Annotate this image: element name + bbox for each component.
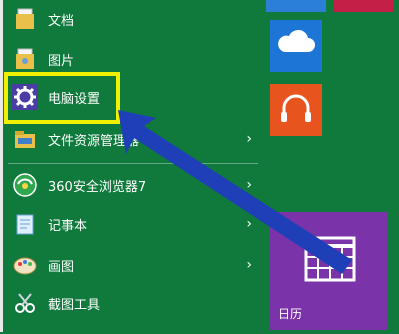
menu-item-label: 文档 <box>48 13 75 29</box>
music-tile[interactable] <box>270 84 322 136</box>
chevron-right-icon[interactable]: › <box>246 257 252 273</box>
menu-item-notepad[interactable]: 记事本 › <box>8 207 262 241</box>
chevron-right-icon[interactable]: › <box>246 177 252 193</box>
menu-item-label: 图片 <box>48 53 75 69</box>
cloud-icon <box>278 29 315 52</box>
calendar-tile[interactable]: 日历 <box>270 212 388 330</box>
notepad-icon <box>12 211 38 237</box>
gear-icon <box>12 84 38 110</box>
menu-item-file-explorer[interactable]: 文件资源管理器 › <box>8 122 262 156</box>
menu-item-pc-settings[interactable]: 电脑设置 <box>8 80 262 114</box>
menu-item-label: 360安全浏览器7 <box>48 179 147 195</box>
menu-item-360-browser[interactable]: 360安全浏览器7 › <box>8 168 262 202</box>
browser-360-icon <box>12 172 38 198</box>
headphones-icon <box>281 94 311 122</box>
file-explorer-icon <box>12 126 38 152</box>
left-edge-strip <box>0 0 3 332</box>
onedrive-tile[interactable] <box>270 20 322 72</box>
tiles-panel: 日历 <box>262 0 399 332</box>
tile-partial-top-left[interactable] <box>266 0 326 12</box>
menu-item-documents[interactable]: 文档 <box>8 2 262 36</box>
chevron-right-icon[interactable]: › <box>246 216 252 232</box>
paint-palette-icon <box>12 252 38 278</box>
divider <box>8 163 258 164</box>
menu-item-snipping-tool[interactable]: 截图工具 <box>8 286 262 320</box>
menu-item-label: 截图工具 <box>48 297 101 313</box>
start-menu-list: 文档 图片 电脑设置 文件资源管理器 › 360安全浏览器7 › 记事本 › 画… <box>0 0 262 332</box>
menu-item-label: 记事本 <box>48 218 88 234</box>
menu-item-label: 文件资源管理器 <box>48 133 140 149</box>
menu-item-pictures[interactable]: 图片 <box>8 42 262 76</box>
document-folder-icon <box>12 6 38 32</box>
snipping-tool-icon <box>12 290 38 316</box>
pictures-folder-icon <box>12 46 38 72</box>
menu-item-paint[interactable]: 画图 › <box>8 248 262 282</box>
menu-item-label: 电脑设置 <box>48 91 101 107</box>
calendar-tile-label: 日历 <box>278 307 303 321</box>
menu-item-label: 画图 <box>48 259 75 275</box>
chevron-right-icon[interactable]: › <box>246 131 252 147</box>
tile-partial-top-right[interactable] <box>334 0 394 12</box>
